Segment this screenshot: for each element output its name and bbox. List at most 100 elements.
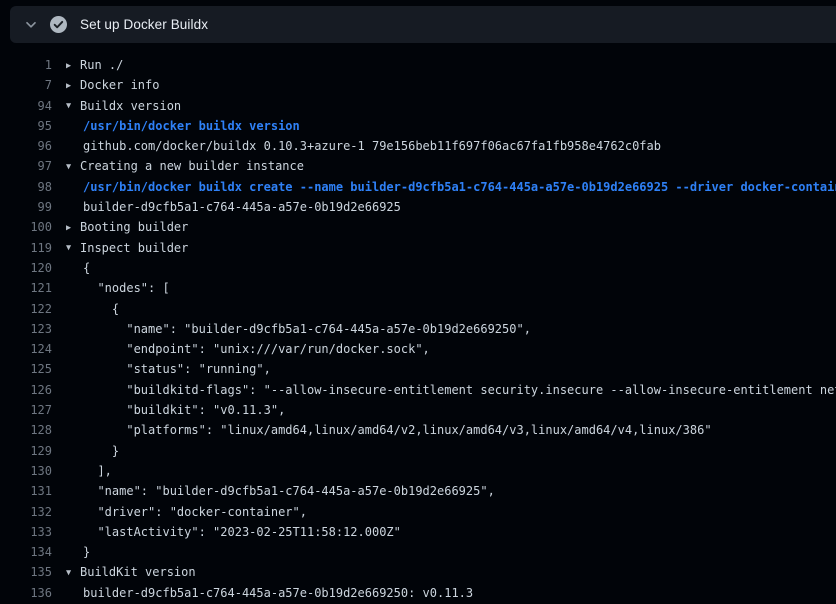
log-line: 130 ], [0,461,836,481]
line-number[interactable]: 100 [0,217,52,237]
log-line: 7▶Docker info [0,75,836,95]
step-title: Set up Docker Buildx [80,17,208,32]
log-text: builder-d9cfb5a1-c764-445a-a57e-0b19d2e6… [52,583,473,603]
log-line: 131 "name": "builder-d9cfb5a1-c764-445a-… [0,481,836,501]
group-expanded-icon[interactable]: ▼ [66,96,80,116]
line-number[interactable]: 99 [0,197,52,217]
log-group-header[interactable]: ▶Run ./ [52,55,123,75]
line-number[interactable]: 124 [0,339,52,359]
log-group-header[interactable]: ▼Inspect builder [52,238,188,258]
log-line: 120{ [0,258,836,278]
line-number[interactable]: 119 [0,238,52,258]
log-line: 128 "platforms": "linux/amd64,linux/amd6… [0,420,836,440]
line-number[interactable]: 129 [0,441,52,461]
log-text: "status": "running", [52,359,271,379]
group-expanded-icon[interactable]: ▼ [66,238,80,258]
log-line: 135▼BuildKit version [0,562,836,582]
line-number[interactable]: 120 [0,258,52,278]
log-text: "platforms": "linux/amd64,linux/amd64/v2… [52,420,712,440]
line-number[interactable]: 121 [0,278,52,298]
step-header-set-up-docker-buildx[interactable]: Set up Docker Buildx [10,6,836,43]
log-line-text: } [83,545,90,559]
check-circle-icon [50,16,67,33]
line-number[interactable]: 132 [0,502,52,522]
log-viewer: 1▶Run ./7▶Docker info94▼Buildx version95… [0,55,836,603]
log-line-text: "driver": "docker-container", [83,505,307,519]
log-line: 100▶Booting builder [0,217,836,237]
log-text: "driver": "docker-container", [52,502,307,522]
log-group-header[interactable]: ▶Docker info [52,75,159,95]
log-line: 94▼Buildx version [0,96,836,116]
log-group-header[interactable]: ▶Booting builder [52,217,188,237]
log-text: builder-d9cfb5a1-c764-445a-a57e-0b19d2e6… [52,197,401,217]
line-number[interactable]: 133 [0,522,52,542]
log-line-text: ], [83,464,112,478]
line-number[interactable]: 131 [0,481,52,501]
line-number[interactable]: 7 [0,75,52,95]
log-line-text: Creating a new builder instance [80,159,304,173]
log-line: 98/usr/bin/docker buildx create --name b… [0,177,836,197]
line-number[interactable]: 122 [0,299,52,319]
line-number[interactable]: 134 [0,542,52,562]
log-line-text: /usr/bin/docker buildx version [83,119,300,133]
log-line-text: "name": "builder-d9cfb5a1-c764-445a-a57e… [83,322,531,336]
log-line: 133 "lastActivity": "2023-02-25T11:58:12… [0,522,836,542]
log-text: "lastActivity": "2023-02-25T11:58:12.000… [52,522,401,542]
log-line: 134} [0,542,836,562]
log-line-text: "buildkitd-flags": "--allow-insecure-ent… [83,383,836,397]
log-line-text: Booting builder [80,220,188,234]
log-line-text: "platforms": "linux/amd64,linux/amd64/v2… [83,423,712,437]
log-line: 97▼Creating a new builder instance [0,156,836,176]
line-number[interactable]: 125 [0,359,52,379]
chevron-down-icon[interactable] [24,18,38,32]
log-line-text: Docker info [80,78,159,92]
log-line: 136 builder-d9cfb5a1-c764-445a-a57e-0b19d… [0,583,836,603]
line-number[interactable]: 123 [0,319,52,339]
log-line-text: "endpoint": "unix:///var/run/docker.sock… [83,342,430,356]
log-group-header[interactable]: ▼Buildx version [52,96,181,116]
line-number[interactable]: 95 [0,116,52,136]
line-number[interactable]: 98 [0,177,52,197]
log-line: 126 "buildkitd-flags": "--allow-insecure… [0,380,836,400]
log-line-text: Inspect builder [80,241,188,255]
log-line-text: github.com/docker/buildx 0.10.3+azure-1 … [83,139,661,153]
log-line: 96 github.com/docker/buildx 0.10.3+azure-… [0,136,836,156]
group-collapsed-icon[interactable]: ▶ [66,56,80,76]
log-line-text: builder-d9cfb5a1-c764-445a-a57e-0b19d2e6… [83,586,473,600]
log-line: 99builder-d9cfb5a1-c764-445a-a57e-0b19d2… [0,197,836,217]
group-expanded-icon[interactable]: ▼ [66,157,80,177]
log-line-text: Run ./ [80,58,123,72]
line-number[interactable]: 135 [0,562,52,582]
log-line: 121 "nodes": [ [0,278,836,298]
log-text: } [52,542,90,562]
log-text: "endpoint": "unix:///var/run/docker.sock… [52,339,430,359]
line-number[interactable]: 126 [0,380,52,400]
log-text: "name": "builder-d9cfb5a1-c764-445a-a57e… [52,319,531,339]
log-line-text: { [83,302,119,316]
line-number[interactable]: 128 [0,420,52,440]
log-text: { [52,258,90,278]
log-group-header[interactable]: ▼BuildKit version [52,562,196,582]
group-collapsed-icon[interactable]: ▶ [66,76,80,96]
line-number[interactable]: 96 [0,136,52,156]
log-line-text: "lastActivity": "2023-02-25T11:58:12.000… [83,525,401,539]
log-line: 123 "name": "builder-d9cfb5a1-c764-445a-… [0,319,836,339]
log-line-text: Buildx version [80,99,181,113]
line-number[interactable]: 136 [0,583,52,603]
line-number[interactable]: 1 [0,55,52,75]
log-line-text: /usr/bin/docker buildx create --name bui… [83,180,836,194]
log-line: 124 "endpoint": "unix:///var/run/docker.… [0,339,836,359]
line-number[interactable]: 130 [0,461,52,481]
log-group-header[interactable]: ▼Creating a new builder instance [52,156,304,176]
group-collapsed-icon[interactable]: ▶ [66,218,80,238]
log-text: /usr/bin/docker buildx version [52,116,300,136]
log-line: 119▼Inspect builder [0,238,836,258]
line-number[interactable]: 127 [0,400,52,420]
log-line-text: BuildKit version [80,565,196,579]
log-line-text: "status": "running", [83,362,271,376]
line-number[interactable]: 97 [0,156,52,176]
group-expanded-icon[interactable]: ▼ [66,563,80,583]
line-number[interactable]: 94 [0,96,52,116]
log-text: { [52,299,119,319]
log-line: 129 } [0,441,836,461]
